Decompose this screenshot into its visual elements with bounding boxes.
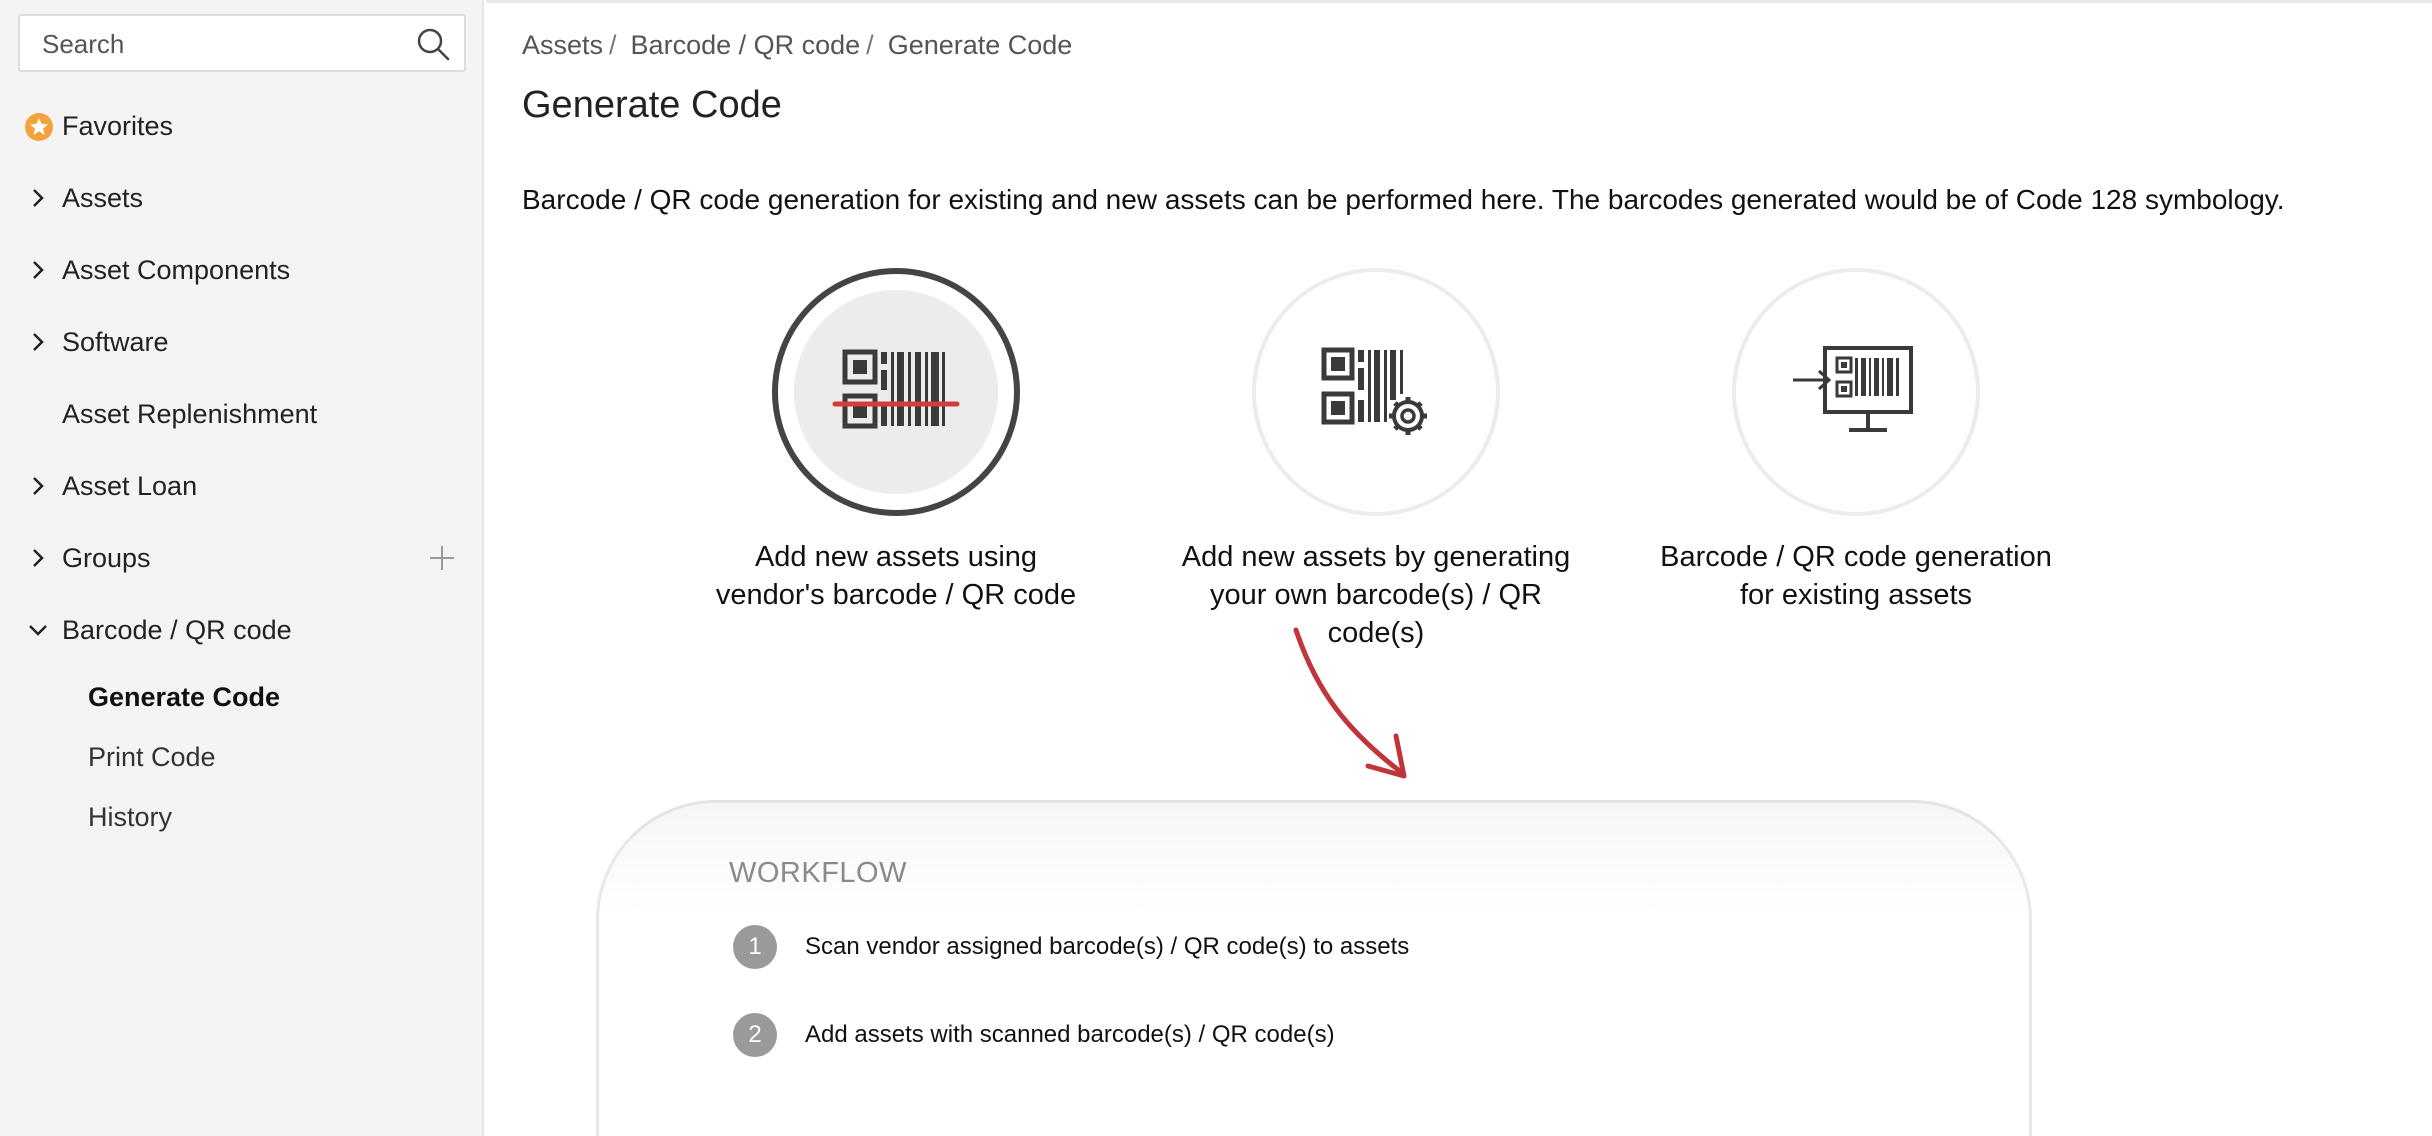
option-circle [772,268,1020,516]
sidebar-item-software[interactable]: Software [0,312,484,372]
sidebar-item-label: Asset Loan [62,470,198,501]
chevron-right-icon [33,333,44,351]
workflow-title: WORKFLOW [729,857,907,889]
breadcrumb-separator: / [866,30,874,60]
chevron-right-icon [33,549,44,567]
chevron-down-icon [29,625,47,636]
sidebar-item-label: Software [62,326,169,357]
chevron-right-icon [33,477,44,495]
search-box[interactable] [18,14,466,72]
sidebar-item-asset-replenishment[interactable]: Asset Replenishment [0,384,484,444]
sidebar-subitem-generate-code[interactable]: Generate Code [88,672,280,722]
page-description: Barcode / QR code generation for existin… [522,184,2285,215]
red-arrow-icon [1293,627,1407,779]
page-title: Generate Code [522,84,782,126]
breadcrumb-separator: / [609,30,617,60]
workflow-step: 1 Scan vendor assigned barcode(s) / QR c… [733,925,1409,969]
option-existing-assets[interactable]: Barcode / QR code generation for existin… [1646,268,2066,614]
breadcrumb-assets[interactable]: Assets [522,30,603,61]
sidebar-item-label: Barcode / QR code [62,614,292,645]
sidebar: Favorites Assets Asset Components Softwa… [0,0,484,1136]
option-caption: Add new assets using vendor's barcode / … [686,538,1106,614]
option-generate-barcode[interactable]: Add new assets by generating your own ba… [1166,268,1586,652]
sidebar-item-asset-loan[interactable]: Asset Loan [0,456,484,516]
sidebar-item-label: Assets [62,182,144,213]
generate-barcode-icon [1321,347,1427,435]
breadcrumb-current: Generate Code [887,30,1073,60]
caption-line: for existing assets [1739,579,1973,611]
sidebar-item-asset-components[interactable]: Asset Components [0,240,484,300]
chevron-right-icon [33,261,44,279]
sidebar-item-assets[interactable]: Assets [0,168,484,228]
sidebar-item-barcode-qr-code[interactable]: Barcode / QR code [0,600,484,660]
option-circle [1732,268,1980,516]
caption-line: Add new assets using [754,541,1038,573]
sidebar-subitem-history[interactable]: History [88,792,172,842]
option-caption: Barcode / QR code generation for existin… [1646,538,2066,614]
monitor-barcode-icon [1793,346,1913,432]
search-icon[interactable] [416,27,450,61]
add-group-icon[interactable] [428,544,456,572]
sidebar-item-label: Groups [62,542,151,573]
step-number: 2 [733,1013,777,1057]
caption-line: Barcode / QR code generation [1660,541,2052,573]
sidebar-item-label: Asset Components [62,254,291,285]
breadcrumb-barcode-qr-code[interactable]: Barcode / QR code [631,30,861,61]
sidebar-subitem-print-code[interactable]: Print Code [88,732,216,782]
option-circle [1252,268,1500,516]
sidebar-item-label: Asset Replenishment [62,398,318,429]
scan-barcode-icon [832,349,960,429]
caption-line: your own barcode(s) / QR [1209,579,1542,611]
caption-line: Add new assets by generating [1181,541,1571,573]
caption-line: vendor's barcode / QR code [715,579,1077,611]
sidebar-item-groups[interactable]: Groups [0,528,484,588]
star-icon [25,113,53,141]
step-text: Scan vendor assigned barcode(s) / QR cod… [805,933,1410,960]
step-number: 1 [733,925,777,969]
top-divider [486,0,2432,3]
sidebar-item-favorites[interactable]: Favorites [0,96,484,156]
main-content: Assets / Barcode / QR code / Generate Co… [486,0,2432,1136]
sidebar-item-label: Favorites [62,110,174,141]
workflow-step: 2 Add assets with scanned barcode(s) / Q… [733,1013,1335,1057]
search-input[interactable] [40,16,404,72]
breadcrumb: Assets / Barcode / QR code / Generate Co… [522,30,1072,61]
chevron-right-icon [33,189,44,207]
workflow-panel: WORKFLOW 1 Scan vendor assigned barcode(… [596,800,2032,1136]
option-vendor-barcode[interactable]: Add new assets using vendor's barcode / … [686,268,1106,614]
step-text: Add assets with scanned barcode(s) / QR … [805,1021,1335,1048]
